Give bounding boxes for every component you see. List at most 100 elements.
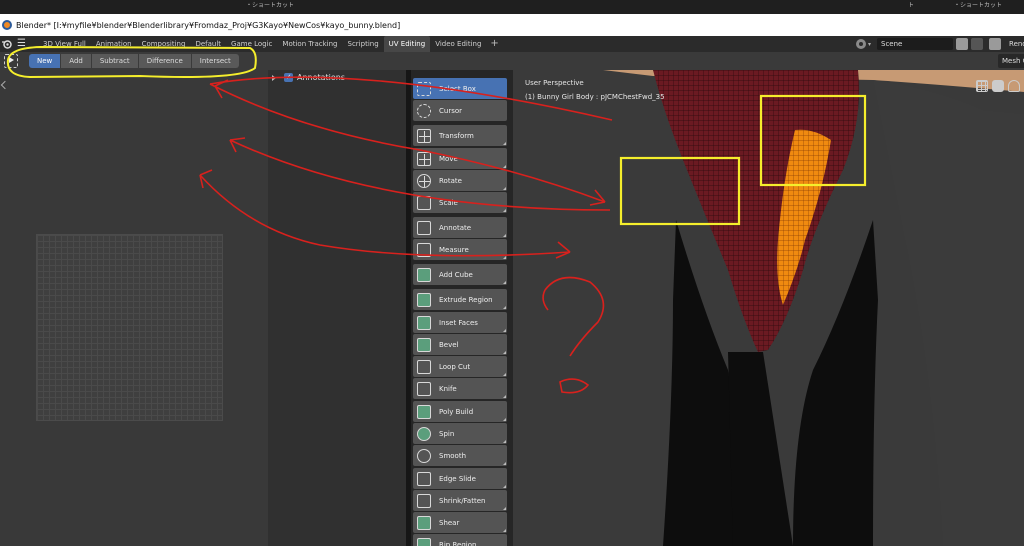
tool-variants-indicator-icon bbox=[503, 529, 506, 532]
camera-view-icon[interactable] bbox=[992, 80, 1004, 92]
tool-annotate-button[interactable]: Annotate bbox=[413, 217, 507, 238]
tab-3d-view-full[interactable]: 3D View Full bbox=[38, 36, 91, 52]
tool-measure-button[interactable]: Measure bbox=[413, 239, 507, 260]
tool-label: Rip Region bbox=[439, 540, 477, 546]
tab-video-editing[interactable]: Video Editing bbox=[430, 36, 486, 52]
select-mode-group: New Add Subtract Difference Intersect bbox=[29, 54, 239, 68]
tool-add-cube-button[interactable]: Add Cube bbox=[413, 264, 507, 285]
tool-shear-button[interactable]: Shear bbox=[413, 512, 507, 533]
smooth-icon bbox=[417, 448, 431, 463]
tool-label: Cursor bbox=[439, 106, 463, 115]
viewport-object-label: (1) Bunny Girl Body : pJCMChestFwd_35 bbox=[525, 93, 665, 101]
viewport-nav-icons bbox=[972, 80, 1020, 92]
mesh-context-menu[interactable]: Mesh C bbox=[998, 54, 1024, 68]
transform-icon bbox=[417, 128, 431, 143]
tab-compositing[interactable]: Compositing bbox=[137, 36, 191, 52]
tool-label: Loop Cut bbox=[439, 362, 471, 371]
tool-label: Bevel bbox=[439, 340, 459, 349]
body-mesh[interactable] bbox=[513, 70, 1024, 546]
annotations-label: Annotations bbox=[297, 73, 346, 82]
tool-variants-indicator-icon bbox=[503, 373, 506, 376]
tab-scripting[interactable]: Scripting bbox=[343, 36, 384, 52]
blender-menu-icon[interactable] bbox=[2, 39, 12, 49]
tab-animation[interactable]: Animation bbox=[91, 36, 137, 52]
tool-extrude-region-button[interactable]: Extrude Region bbox=[413, 289, 507, 310]
bevel-icon bbox=[417, 337, 431, 352]
pan-hand-icon[interactable] bbox=[1008, 80, 1020, 92]
window-titlebar: Blender* [I:¥myfile¥blender¥Blenderlibra… bbox=[0, 14, 1024, 36]
scene-name-field[interactable]: Scene bbox=[877, 38, 954, 50]
select-mode-new-button[interactable]: New bbox=[29, 54, 62, 68]
inset-faces-icon bbox=[417, 315, 431, 330]
shrink-fatten-icon bbox=[417, 493, 431, 508]
select-mode-subtract-button[interactable]: Subtract bbox=[91, 54, 139, 68]
tool-smooth-button[interactable]: Smooth bbox=[413, 445, 507, 466]
rip-region-icon bbox=[417, 537, 431, 546]
new-scene-icon[interactable] bbox=[956, 38, 969, 50]
add-workspace-button[interactable]: + bbox=[486, 36, 502, 52]
scale-icon bbox=[417, 195, 431, 210]
tab-motion-tracking[interactable]: Motion Tracking bbox=[277, 36, 342, 52]
tool-poly-build-button[interactable]: Poly Build bbox=[413, 401, 507, 422]
top-strip-left-text: ・ショートカット bbox=[246, 2, 295, 9]
tab-uv-editing[interactable]: UV Editing bbox=[383, 36, 431, 52]
tool-inset-faces-button[interactable]: Inset Faces bbox=[413, 312, 507, 333]
tool-header: NewAddSubtractDifferenceIntersect Mesh C bbox=[0, 52, 1024, 70]
scene-icon[interactable] bbox=[856, 39, 866, 49]
scene-selector: ▾ Scene Rende bbox=[856, 37, 1024, 51]
select-mode-difference-button[interactable]: Difference bbox=[138, 54, 192, 68]
tool-knife-button[interactable]: Knife bbox=[413, 378, 507, 399]
tab-default[interactable]: Default bbox=[190, 36, 226, 52]
tool-shrink-fatten-button[interactable]: Shrink/Fatten bbox=[413, 490, 507, 511]
add-cube-icon bbox=[417, 267, 431, 282]
tool-cursor-button[interactable]: Cursor bbox=[413, 100, 507, 121]
tool-transform-button[interactable]: Transform bbox=[413, 125, 507, 146]
tool-variants-indicator-icon bbox=[503, 440, 506, 443]
tool-scale-button[interactable]: Scale bbox=[413, 192, 507, 213]
select-mode-add-button[interactable]: Add bbox=[61, 54, 92, 68]
select-tool-icon[interactable] bbox=[4, 54, 18, 68]
tool-label: Inset Faces bbox=[439, 318, 478, 327]
tool-select-box-button[interactable]: Select Box bbox=[413, 78, 507, 99]
tool-variants-indicator-icon bbox=[503, 418, 506, 421]
collapse-arrow-icon[interactable] bbox=[0, 80, 10, 90]
tab-game-logic[interactable]: Game Logic bbox=[226, 36, 277, 52]
render-layer-label[interactable]: Rende bbox=[1009, 40, 1024, 48]
view-layer-icon[interactable] bbox=[989, 38, 1002, 50]
uv-grid[interactable] bbox=[36, 234, 223, 421]
knife-icon bbox=[417, 381, 431, 396]
blender-logo-icon bbox=[2, 20, 12, 30]
delete-scene-icon[interactable] bbox=[971, 38, 984, 50]
tool-label: Annotate bbox=[439, 223, 472, 232]
tool-variants-indicator-icon bbox=[503, 234, 506, 237]
toggle-grid-icon[interactable] bbox=[976, 80, 988, 92]
tool-bevel-button[interactable]: Bevel bbox=[413, 334, 507, 355]
tool-label: Shear bbox=[439, 518, 460, 527]
tool-label: Edge Slide bbox=[439, 474, 476, 483]
expand-triangle-icon[interactable] bbox=[272, 74, 276, 81]
3d-viewport[interactable]: User Perspective (1) Bunny Girl Body : p… bbox=[513, 70, 1024, 546]
tool-label: Scale bbox=[439, 198, 458, 207]
hamburger-menu-icon[interactable]: ☰ bbox=[17, 39, 26, 49]
tool-spin-button[interactable]: Spin bbox=[413, 423, 507, 444]
tool-edge-slide-button[interactable]: Edge Slide bbox=[413, 468, 507, 489]
annotations-row[interactable]: ✓ Annotations bbox=[272, 73, 345, 82]
measure-icon bbox=[417, 242, 431, 257]
chevron-down-icon[interactable]: ▾ bbox=[868, 41, 871, 48]
tool-rip-region-button[interactable]: Rip Region bbox=[413, 534, 507, 546]
tool-variants-indicator-icon bbox=[503, 165, 506, 168]
tool-rotate-button[interactable]: Rotate bbox=[413, 170, 507, 191]
select-mode-intersect-button[interactable]: Intersect bbox=[191, 54, 239, 68]
shear-icon bbox=[417, 515, 431, 530]
workspace-bar: ☰ 3D View Full Animation Compositing Defaul… bbox=[0, 36, 1024, 52]
tool-label: Extrude Region bbox=[439, 295, 493, 304]
annotations-checkbox[interactable]: ✓ bbox=[284, 73, 293, 82]
tool-label: Spin bbox=[439, 429, 455, 438]
uv-editor[interactable] bbox=[0, 70, 268, 546]
loop-cut-icon bbox=[417, 359, 431, 374]
cursor-icon bbox=[417, 103, 431, 118]
tool-variants-indicator-icon bbox=[503, 187, 506, 190]
tool-loop-cut-button[interactable]: Loop Cut bbox=[413, 356, 507, 377]
tool-move-button[interactable]: Move bbox=[413, 148, 507, 169]
tool-label: Transform bbox=[439, 131, 474, 140]
